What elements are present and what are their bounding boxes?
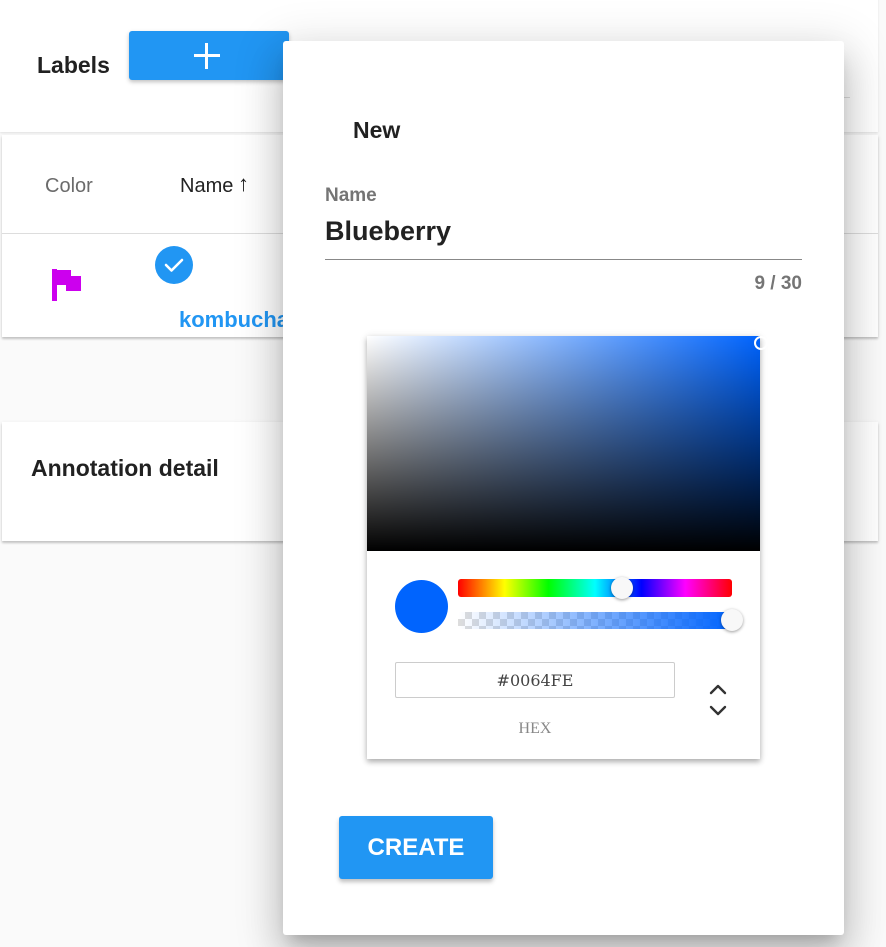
hue-slider[interactable] — [458, 579, 732, 597]
add-label-button[interactable] — [129, 31, 289, 80]
new-label-dialog: New Name Blueberry 9 / 30 HEX CREATE — [283, 41, 844, 935]
dialog-title: New — [353, 117, 401, 143]
name-input-underline — [325, 259, 802, 260]
hex-mode-label: HEX — [518, 720, 552, 737]
create-button[interactable]: CREATE — [339, 816, 493, 879]
alpha-slider[interactable] — [458, 612, 732, 629]
column-header-name[interactable]: Name — [180, 175, 233, 198]
annotation-detail-title: Annotation detail — [31, 455, 219, 481]
arrow-up-icon[interactable]: ↑ — [238, 171, 249, 197]
name-field-label: Name — [325, 185, 377, 206]
labels-title: Labels — [37, 52, 110, 78]
selected-check-icon[interactable] — [155, 246, 193, 284]
column-header-color: Color — [45, 175, 93, 197]
saturation-canvas[interactable] — [367, 336, 760, 551]
name-input[interactable]: Blueberry — [325, 216, 451, 247]
color-picker: HEX — [367, 336, 768, 759]
label-name-link[interactable]: kombucha — [179, 307, 289, 333]
flag-icon — [52, 269, 81, 301]
color-swatch — [395, 580, 448, 633]
character-counter: 9 / 30 — [754, 273, 802, 294]
saturation-handle[interactable] — [754, 336, 768, 350]
chevron-up-down-icon[interactable] — [707, 682, 729, 718]
hex-input[interactable] — [395, 662, 675, 698]
alpha-slider-thumb[interactable] — [721, 609, 743, 631]
